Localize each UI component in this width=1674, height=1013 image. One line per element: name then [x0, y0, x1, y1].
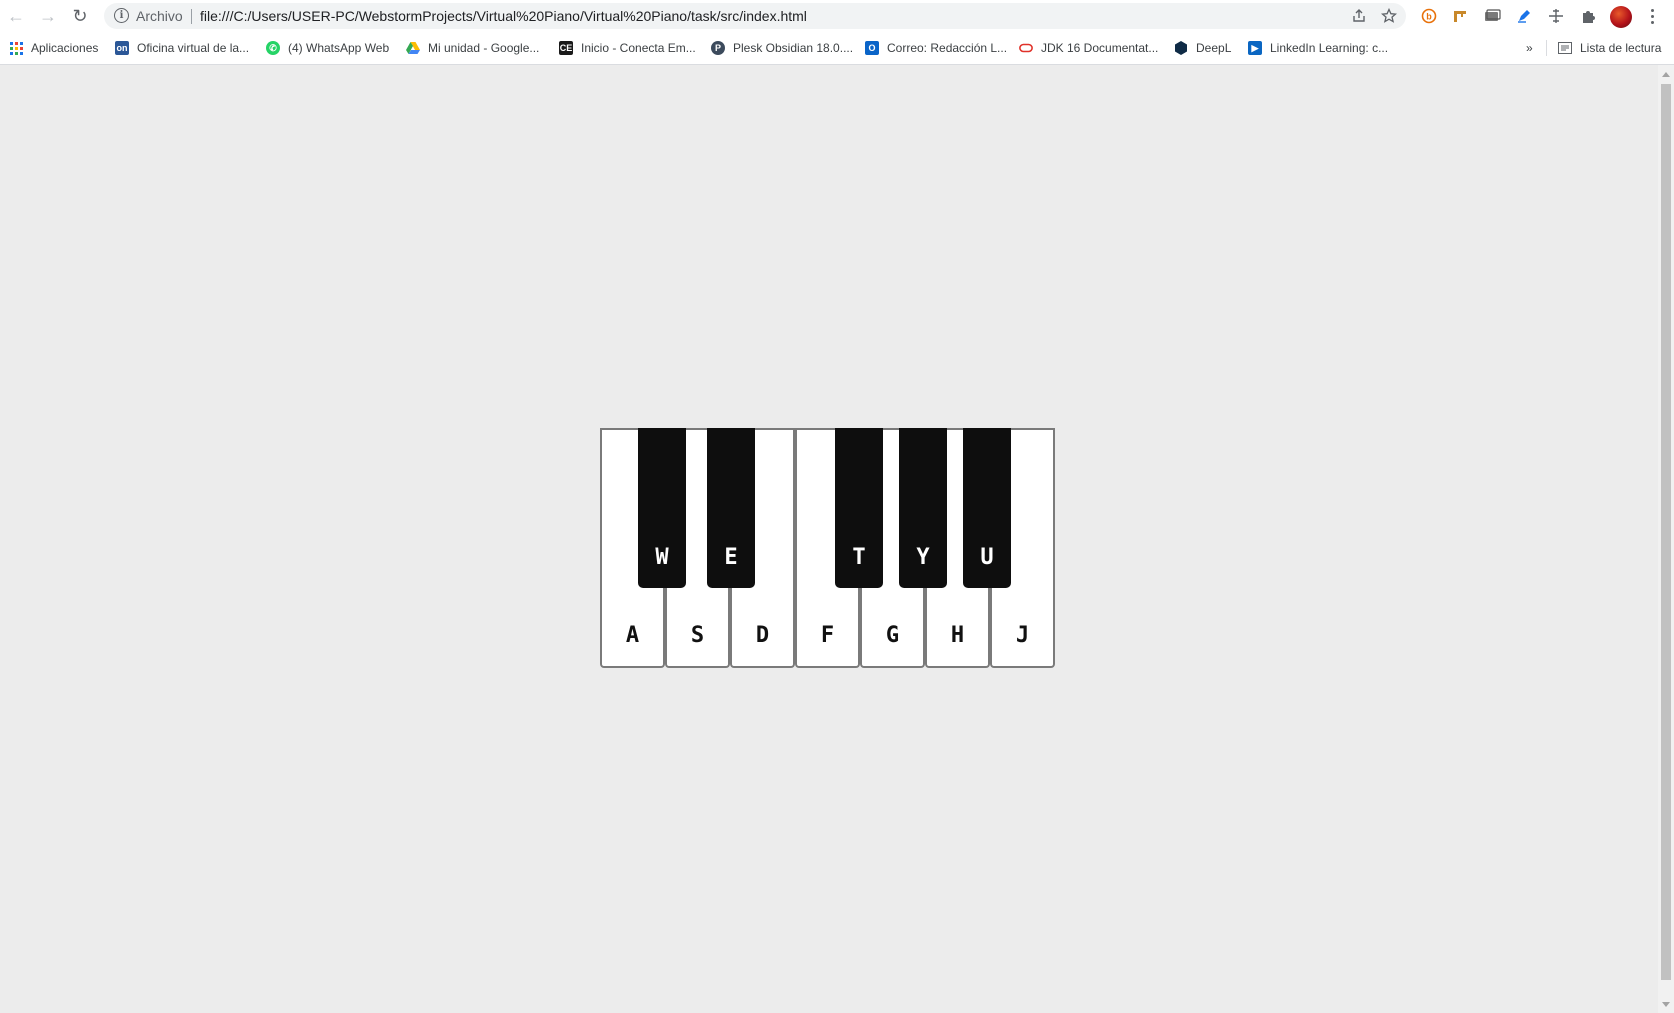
extension-card-icon[interactable]: [1481, 5, 1503, 27]
bookmark-linkedin-learning[interactable]: ▶ LinkedIn Learning: c...: [1248, 38, 1388, 58]
profile-avatar[interactable]: [1610, 6, 1632, 28]
oficina-icon: on: [115, 41, 129, 55]
reading-list-button[interactable]: Lista de lectura: [1558, 38, 1661, 58]
bookmark-label: (4) WhatsApp Web: [288, 41, 390, 55]
key-label: T: [852, 545, 866, 570]
deepl-icon: [1174, 41, 1188, 55]
reload-button[interactable]: ↻: [68, 4, 92, 28]
svg-text:b: b: [1426, 12, 1432, 22]
vertical-scrollbar[interactable]: [1658, 65, 1674, 1013]
key-label: A: [625, 623, 640, 648]
key-label: F: [820, 623, 835, 648]
oracle-icon: [1019, 41, 1033, 55]
scroll-down-arrow-icon[interactable]: [1662, 1002, 1670, 1007]
bookmark-label: LinkedIn Learning: c...: [1270, 41, 1389, 55]
black-key-w[interactable]: W: [638, 428, 686, 588]
address-separator: [191, 9, 192, 24]
key-label: E: [724, 545, 738, 570]
linkedin-learning-icon: ▶: [1248, 41, 1262, 55]
black-key-u[interactable]: U: [963, 428, 1011, 588]
key-label: H: [950, 623, 965, 648]
bookmark-whatsapp[interactable]: ✆ (4) WhatsApp Web: [266, 38, 389, 58]
bookmark-label: Plesk Obsidian 18.0....: [733, 41, 854, 55]
bookmark-google-drive[interactable]: Mi unidad - Google...: [406, 38, 539, 58]
bookmark-oficina-virtual[interactable]: on Oficina virtual de la...: [115, 38, 249, 58]
apps-grid-icon: [10, 41, 23, 55]
piano-keyboard: A S D F G H J W E T Y U: [600, 428, 1055, 668]
whatsapp-icon: ✆: [266, 41, 280, 55]
extension-circle-icon[interactable]: b: [1418, 5, 1440, 27]
bookmark-label: DeepL: [1196, 41, 1232, 55]
share-icon[interactable]: [1350, 7, 1368, 25]
extension-move-icon[interactable]: [1545, 5, 1567, 27]
reading-list-label: Lista de lectura: [1580, 41, 1662, 55]
bookmark-star-icon[interactable]: [1380, 7, 1398, 25]
scheme-label: Archivo: [136, 8, 183, 24]
conecta-icon: CE: [559, 41, 573, 55]
address-bar[interactable]: i Archivo file:///C:/Users/USER-PC/Webst…: [104, 3, 1406, 29]
key-label: G: [885, 623, 900, 648]
google-drive-icon: [406, 41, 420, 55]
browser-toolbar: ← → ↻ i Archivo file:///C:/Users/USER-PC…: [0, 0, 1674, 32]
bookmark-label: Inicio - Conecta Em...: [581, 41, 696, 55]
forward-button[interactable]: →: [36, 4, 60, 28]
plesk-icon: P: [711, 41, 725, 55]
bookmark-deepl[interactable]: DeepL: [1174, 38, 1231, 58]
url-text[interactable]: file:///C:/Users/USER-PC/WebstormProject…: [200, 8, 807, 24]
more-bookmarks-button[interactable]: »: [1526, 38, 1533, 58]
bookmark-label: JDK 16 Documentat...: [1041, 41, 1159, 55]
scroll-thumb[interactable]: [1661, 84, 1671, 980]
reload-icon: ↻: [72, 5, 88, 26]
scroll-up-arrow-icon[interactable]: [1662, 72, 1670, 77]
key-label: S: [690, 623, 705, 648]
bookmark-aplicaciones[interactable]: Aplicaciones: [10, 38, 98, 58]
bookmarks-bar: Aplicaciones on Oficina virtual de la...…: [0, 32, 1674, 65]
black-key-y[interactable]: Y: [899, 428, 947, 588]
key-label: J: [1015, 623, 1030, 648]
bookmark-conecta[interactable]: CE Inicio - Conecta Em...: [559, 38, 696, 58]
extension-pen-icon[interactable]: [1513, 5, 1535, 27]
back-arrow-icon: ←: [7, 5, 25, 26]
extension-key-icon[interactable]: [1449, 5, 1471, 27]
black-key-e[interactable]: E: [707, 428, 755, 588]
key-label: D: [755, 623, 770, 648]
key-label: U: [980, 545, 994, 570]
bookmark-outlook[interactable]: O Correo: Redacción L...: [865, 38, 1007, 58]
info-icon[interactable]: i: [114, 8, 129, 23]
key-label: Y: [916, 545, 930, 570]
forward-arrow-icon: →: [39, 5, 57, 26]
browser-menu-icon[interactable]: [1645, 5, 1659, 27]
bookmark-label: Mi unidad - Google...: [428, 41, 540, 55]
chevron-double-right-icon: »: [1526, 41, 1533, 55]
black-key-t[interactable]: T: [835, 428, 883, 588]
outlook-icon: O: [865, 41, 879, 55]
bookmark-jdk[interactable]: JDK 16 Documentat...: [1019, 38, 1158, 58]
reading-list-icon: [1558, 41, 1572, 55]
bookmarks-divider: [1546, 40, 1547, 56]
bookmark-label: Aplicaciones: [31, 41, 99, 55]
extensions-puzzle-icon[interactable]: [1577, 5, 1599, 27]
bookmark-label: Correo: Redacción L...: [887, 41, 1008, 55]
bookmark-label: Oficina virtual de la...: [137, 41, 250, 55]
key-label: W: [655, 545, 669, 570]
back-button[interactable]: ←: [4, 4, 28, 28]
bookmark-plesk[interactable]: P Plesk Obsidian 18.0....: [711, 38, 853, 58]
